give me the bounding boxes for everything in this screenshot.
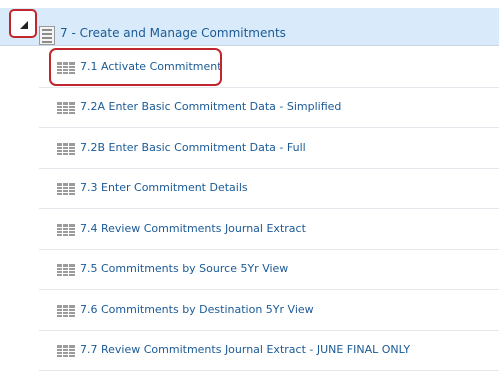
tree-child-row[interactable]: 7.5 Commitments by Source 5Yr View [39, 250, 499, 290]
tree-parent-row[interactable]: 7 - Create and Manage Commitments [0, 8, 499, 46]
tree-child-row[interactable]: 7.4 Review Commitments Journal Extract [39, 210, 499, 250]
tree-child-row[interactable]: 7.2B Enter Basic Commitment Data - Full [39, 129, 499, 169]
tree-child-row[interactable]: 7.2A Enter Basic Commitment Data - Simpl… [39, 88, 499, 128]
grid-report-icon [57, 101, 75, 120]
tree-child-label[interactable]: 7.2B Enter Basic Commitment Data - Full [80, 139, 306, 157]
grid-report-icon [57, 223, 75, 242]
grid-report-icon [57, 344, 75, 363]
tree-parent-label[interactable]: 7 - Create and Manage Commitments [60, 24, 286, 42]
grid-report-icon [57, 304, 75, 323]
tree-child-row[interactable]: 7.6 Commitments by Destination 5Yr View [39, 291, 499, 331]
collapse-toggle-button[interactable] [9, 9, 37, 38]
task-tree: 7 - Create and Manage Commitments 7.1 Ac… [0, 0, 499, 389]
tree-child-label[interactable]: 7.7 Review Commitments Journal Extract -… [80, 341, 410, 359]
tree-child-label[interactable]: 7.6 Commitments by Destination 5Yr View [80, 301, 314, 319]
tree-child-label[interactable]: 7.2A Enter Basic Commitment Data - Simpl… [80, 98, 341, 116]
tree-child-label[interactable]: 7.3 Enter Commitment Details [80, 179, 248, 197]
grid-report-icon [57, 263, 75, 282]
tree-child-row[interactable]: 7.3 Enter Commitment Details [39, 169, 499, 209]
tree-child-label[interactable]: 7.5 Commitments by Source 5Yr View [80, 260, 288, 278]
collapse-triangle-icon [20, 21, 28, 29]
tree-child-row[interactable]: 7.7 Review Commitments Journal Extract -… [39, 331, 499, 371]
grid-report-icon [57, 182, 75, 201]
tree-child-label[interactable]: 7.4 Review Commitments Journal Extract [80, 220, 306, 238]
grid-report-icon [57, 142, 75, 161]
callout-highlight-box [49, 48, 222, 86]
document-list-icon [39, 26, 55, 49]
